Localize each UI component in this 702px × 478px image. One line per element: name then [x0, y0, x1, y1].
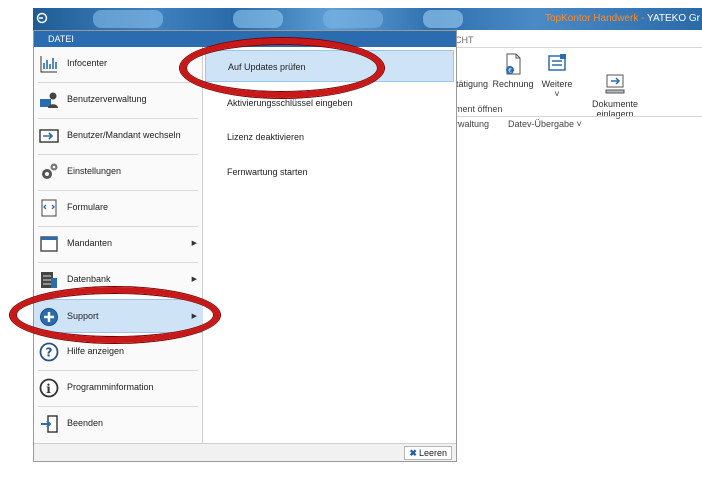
ribbon-group-label: ment öffnen: [455, 104, 503, 114]
info-icon: i: [39, 378, 59, 398]
file-menu-footer: ✖ Leeren: [34, 443, 456, 461]
file-menu-header: DATEI: [34, 31, 456, 47]
menu-item-database[interactable]: Datenbank ▶: [34, 263, 203, 297]
menu-item-settings[interactable]: Einstellungen: [34, 155, 203, 189]
ribbon-link-administration[interactable]: rwaltung: [455, 119, 489, 129]
file-menu: DATEI Infocenter Benutzerverwaltung Benu…: [33, 30, 457, 462]
chevron-down-icon: ˅: [554, 89, 560, 99]
menu-item-exit[interactable]: Beenden: [34, 407, 203, 441]
ribbon-button-archive[interactable]: Dokumente einlagern: [587, 52, 643, 119]
submenu-arrow-icon: ▶: [191, 240, 197, 247]
menu-item-forms[interactable]: Formulare: [34, 191, 203, 225]
ribbon-button-invoice[interactable]: € Rechnung: [492, 52, 534, 89]
users-icon: [39, 90, 59, 110]
exit-icon: [39, 414, 59, 434]
archive-documents-icon: [604, 62, 626, 94]
close-icon: ✖: [409, 448, 417, 458]
invoice-icon: €: [502, 52, 524, 76]
file-menu-left-pane: Infocenter Benutzerverwaltung Benutzer/M…: [34, 47, 203, 443]
menu-item-user-management[interactable]: Benutzerverwaltung: [34, 83, 203, 117]
ribbon-button-more[interactable]: Weitere ˅: [539, 52, 575, 99]
submenu-item-start-remote-support[interactable]: Fernwartung starten: [205, 156, 454, 188]
svg-text:€: €: [508, 68, 512, 75]
switch-user-icon: [39, 126, 59, 146]
gears-icon: [39, 162, 59, 182]
menu-item-support[interactable]: Support ▶: [34, 299, 203, 333]
document-confirm-icon: [461, 52, 483, 76]
more-documents-icon: [546, 52, 568, 76]
menu-item-clients[interactable]: Mandanten ▶: [34, 227, 203, 261]
ribbon-link-datev[interactable]: Datev-Übergabe ˅: [508, 119, 582, 129]
app-menu-icon[interactable]: [36, 12, 48, 24]
submenu-arrow-icon: ▶: [191, 313, 197, 320]
window-title: TopKontor Handwerk - YATEKO Gr: [544, 13, 700, 24]
menu-item-program-info[interactable]: i Programminformation: [34, 371, 203, 405]
svg-text:i: i: [46, 382, 51, 396]
window-titlebar: TopKontor Handwerk - YATEKO Gr: [33, 8, 702, 30]
menu-item-switch-user[interactable]: Benutzer/Mandant wechseln: [34, 119, 203, 153]
submenu-item-check-updates[interactable]: Auf Updates prüfen: [205, 50, 454, 82]
screen: { "window": { "title_brand": "TopKontor …: [0, 0, 702, 478]
menu-item-help[interactable]: ? Hilfe anzeigen: [34, 335, 203, 369]
submenu-item-deactivate-license[interactable]: Lizenz deaktivieren: [205, 121, 454, 153]
submenu-arrow-icon: ▶: [191, 276, 197, 283]
ribbon: CHT tätigung € Rechnung Weitere ˅ Dokume…: [455, 30, 702, 140]
support-submenu: Auf Updates prüfen Aktivierungsschlüssel…: [203, 47, 456, 443]
divider: [455, 47, 702, 48]
divider: [455, 116, 702, 117]
menu-item-infocenter[interactable]: Infocenter: [34, 47, 203, 81]
clear-button[interactable]: ✖ Leeren: [404, 446, 452, 460]
window-icon: [39, 234, 59, 254]
ribbon-button-confirmation[interactable]: tätigung: [455, 52, 489, 89]
svg-text:?: ?: [46, 346, 53, 360]
submenu-item-enter-activation-key[interactable]: Aktivierungsschlüssel eingeben: [205, 87, 454, 119]
help-icon: ?: [39, 342, 59, 362]
form-icon: [39, 198, 59, 218]
plus-circle-icon: [39, 307, 59, 327]
chart-icon: [39, 54, 59, 74]
database-icon: [39, 270, 59, 290]
ribbon-tab[interactable]: CHT: [455, 35, 474, 45]
